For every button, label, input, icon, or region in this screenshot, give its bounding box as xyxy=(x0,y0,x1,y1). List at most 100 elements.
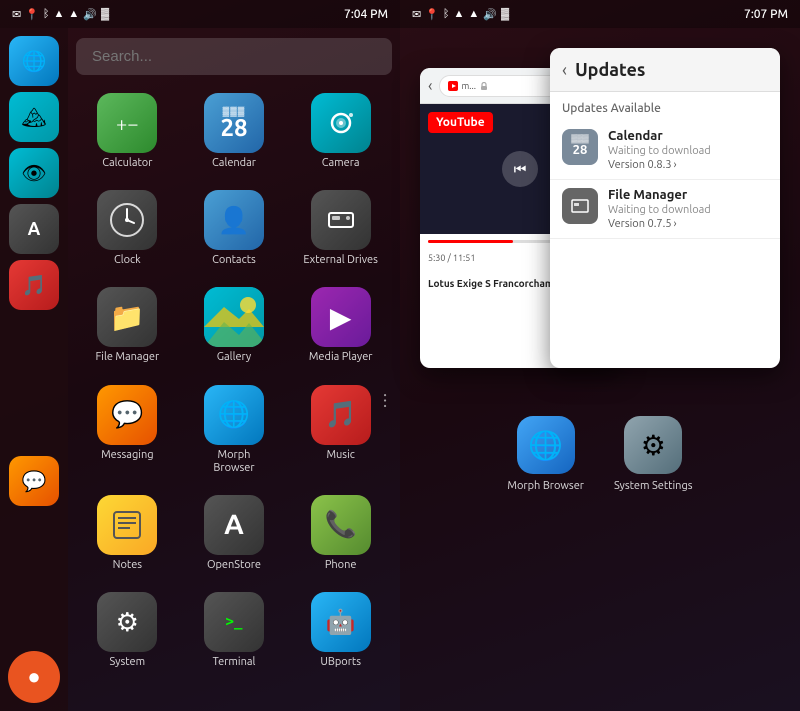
external-drives-icon xyxy=(311,190,371,250)
contacts-label: Contacts xyxy=(212,254,256,267)
openstore-icon: A xyxy=(204,495,264,555)
chevron-right-icon-2: › xyxy=(674,218,677,230)
music-label: Music xyxy=(326,449,354,462)
filemanager-update-details: File Manager Waiting to download Version… xyxy=(608,188,768,230)
app-media-player[interactable]: ▶ Media Player xyxy=(289,279,392,372)
calculator-label: Calculator xyxy=(102,157,152,170)
calculator-icon: +− xyxy=(97,93,157,153)
app-phone[interactable]: 📞 Phone xyxy=(289,487,392,580)
video-time: 5:30 / 11:51 xyxy=(428,253,475,263)
wifi-icon: ▲ xyxy=(68,8,79,20)
clock-label: Clock xyxy=(114,254,141,267)
mail-icon-r: ✉ xyxy=(412,8,421,21)
app-morph-browser[interactable]: 🌐 MorphBrowser xyxy=(183,377,286,483)
volume-icon: 🔊 xyxy=(83,8,97,21)
search-input[interactable] xyxy=(76,38,392,75)
calendar-update-icon: ▓▓▓ 28 xyxy=(562,129,598,165)
camera-label: Camera xyxy=(322,157,360,170)
sidebar: 🌐 🏔 👁 A 🎵 💬 ● xyxy=(0,28,68,711)
wifi-icon-r: ▲ xyxy=(468,8,479,20)
sidebar-item-messaging[interactable]: 💬 xyxy=(9,456,59,506)
notes-icon xyxy=(97,495,157,555)
media-player-icon: ▶ xyxy=(311,287,371,347)
app-drawer: +− Calculator ▓▓▓ 28 Calendar xyxy=(68,28,400,711)
calendar-update-status: Waiting to download xyxy=(608,145,768,157)
clock-icon xyxy=(97,190,157,250)
external-drives-label: External Drives xyxy=(303,254,378,267)
sidebar-item-gallery[interactable]: 🏔 xyxy=(9,92,59,142)
app-clock[interactable]: Clock xyxy=(76,182,179,275)
terminal-icon: >_ xyxy=(204,592,264,652)
update-item-filemanager[interactable]: File Manager Waiting to download Version… xyxy=(550,180,780,239)
notes-label: Notes xyxy=(113,559,142,572)
messaging-label: Messaging xyxy=(101,449,153,462)
morph-browser-icon: 🌐 xyxy=(204,385,264,445)
chevron-right-icon: › xyxy=(674,159,677,171)
ubports-icon: 🤖 xyxy=(311,592,371,652)
app-terminal[interactable]: >_ Terminal xyxy=(183,584,286,677)
location-icon: 📍 xyxy=(25,8,39,21)
signal-icon-r: ▲ xyxy=(454,8,465,20)
calendar-label: Calendar xyxy=(212,157,256,170)
ubuntu-button[interactable]: ● xyxy=(8,651,60,703)
mail-icon: ✉ xyxy=(12,8,21,21)
bottom-dock: 🌐 Morph Browser ⚙ System Settings xyxy=(507,404,692,508)
sidebar-item-camera[interactable]: 👁 xyxy=(9,148,59,198)
status-icons-right: ✉ 📍 ᛒ ▲ ▲ 🔊 ▓ xyxy=(412,8,509,21)
app-notes[interactable]: Notes xyxy=(76,487,179,580)
gallery-icon xyxy=(204,287,264,347)
ubports-label: UBports xyxy=(320,656,361,669)
dock-system-settings[interactable]: ⚙ System Settings xyxy=(614,416,693,492)
app-calculator[interactable]: +− Calculator xyxy=(76,85,179,178)
dock-morph-label: Morph Browser xyxy=(507,480,584,492)
youtube-logo: YouTube xyxy=(428,112,493,133)
browser-back-btn[interactable]: ‹ xyxy=(428,77,433,95)
more-dots[interactable]: ··· xyxy=(376,393,396,409)
signal-icon: ▲ xyxy=(54,8,65,20)
dock-morph-browser[interactable]: 🌐 Morph Browser xyxy=(507,416,584,492)
sidebar-item-store[interactable]: A xyxy=(9,204,59,254)
status-bar-left: ✉ 📍 ᛒ ▲ ▲ 🔊 ▓ 7:04 PM xyxy=(0,0,400,28)
system-label: System xyxy=(110,656,146,669)
phone-right: ✉ 📍 ᛒ ▲ ▲ 🔊 ▓ 7:07 PM ‹ xyxy=(400,0,800,711)
app-camera[interactable]: Camera xyxy=(289,85,392,178)
app-messaging[interactable]: 💬 Messaging xyxy=(76,377,179,483)
play-button[interactable]: ⏮ xyxy=(502,151,538,187)
multitask-area: ‹ m... YouTube ⏮ xyxy=(400,28,800,711)
phone-left: ✉ 📍 ᛒ ▲ ▲ 🔊 ▓ 7:04 PM 🌐 🏔 👁 A 🎵 💬 ● +− xyxy=(0,0,400,711)
app-grid: +− Calculator ▓▓▓ 28 Calendar xyxy=(76,85,392,677)
media-player-label: Media Player xyxy=(309,351,373,364)
messaging-icon: 💬 xyxy=(97,385,157,445)
calendar-icon: ▓▓▓ 28 xyxy=(204,93,264,153)
app-calendar[interactable]: ▓▓▓ 28 Calendar xyxy=(183,85,286,178)
dock-morph-icon: 🌐 xyxy=(517,416,575,474)
morph-browser-label: MorphBrowser xyxy=(213,449,254,475)
phone-label: Phone xyxy=(325,559,357,572)
gallery-label: Gallery xyxy=(217,351,252,364)
sidebar-item-browser[interactable]: 🌐 xyxy=(9,36,59,86)
battery-icon: ▓ xyxy=(101,8,109,20)
app-contacts[interactable]: 👤 Contacts xyxy=(183,182,286,275)
bluetooth-icon-r: ᛒ xyxy=(443,8,450,20)
volume-icon-r: 🔊 xyxy=(483,8,497,21)
update-item-calendar[interactable]: ▓▓▓ 28 Calendar Waiting to download Vers… xyxy=(550,121,780,180)
file-manager-label: File Manager xyxy=(96,351,160,364)
updates-back-button[interactable]: ‹ xyxy=(562,60,567,80)
app-file-manager[interactable]: 📁 File Manager xyxy=(76,279,179,372)
updates-card[interactable]: ‹ Updates Updates Available ▓▓▓ 28 Calen… xyxy=(550,48,780,368)
filemanager-update-name: File Manager xyxy=(608,188,768,202)
phone-icon: 📞 xyxy=(311,495,371,555)
app-openstore[interactable]: A OpenStore xyxy=(183,487,286,580)
terminal-label: Terminal xyxy=(213,656,256,669)
status-icons-left: ✉ 📍 ᛒ ▲ ▲ 🔊 ▓ xyxy=(12,8,109,21)
sidebar-item-music[interactable]: 🎵 xyxy=(9,260,59,310)
time-display-right: 7:07 PM xyxy=(744,8,788,21)
dock-settings-label: System Settings xyxy=(614,480,693,492)
app-system[interactable]: ⚙ System xyxy=(76,584,179,677)
app-ubports[interactable]: 🤖 UBports xyxy=(289,584,392,677)
app-gallery[interactable]: Gallery xyxy=(183,279,286,372)
app-external-drives[interactable]: External Drives xyxy=(289,182,392,275)
contacts-icon: 👤 xyxy=(204,190,264,250)
location-icon-r: 📍 xyxy=(425,8,439,21)
youtube-favicon xyxy=(448,81,458,91)
